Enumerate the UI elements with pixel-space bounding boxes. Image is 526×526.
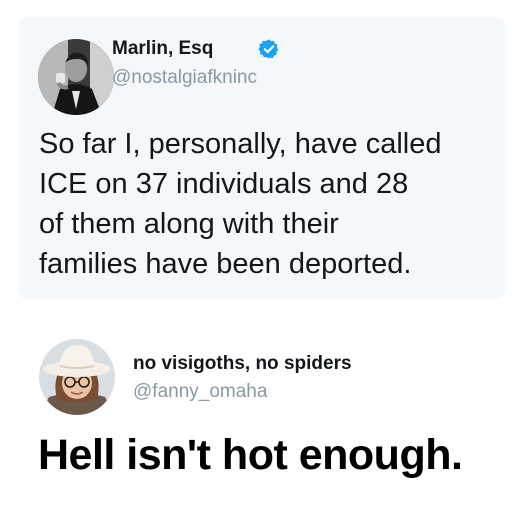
author-name[interactable]: Marlin, Esq <box>112 38 213 60</box>
reply-author-handle[interactable]: @fanny_omaha <box>133 381 267 403</box>
reply-text: Hell isn't hot enough. <box>38 431 463 479</box>
verified-badge-icon <box>258 39 279 59</box>
reply-author-name[interactable]: no visigoths, no spiders <box>133 353 352 375</box>
tweet-text-line: of them along with their <box>39 208 339 240</box>
tweet-text: So far I, personally, have called ICE on… <box>39 124 499 284</box>
tweet-text-line: ICE on 37 individuals and 28 <box>39 168 409 200</box>
avatar[interactable] <box>38 39 114 115</box>
author-handle[interactable]: @nostalgiafkninc <box>112 67 257 89</box>
tweet-text-line: So far I, personally, have called <box>39 128 442 160</box>
meme-page: Marlin, Esq @nostalgiafkninc So far I, p… <box>0 0 526 526</box>
tweet-text-line: families have been deported. <box>39 248 412 280</box>
reply-avatar[interactable] <box>39 339 115 415</box>
tweet-card: Marlin, Esq @nostalgiafkninc So far I, p… <box>18 17 506 299</box>
